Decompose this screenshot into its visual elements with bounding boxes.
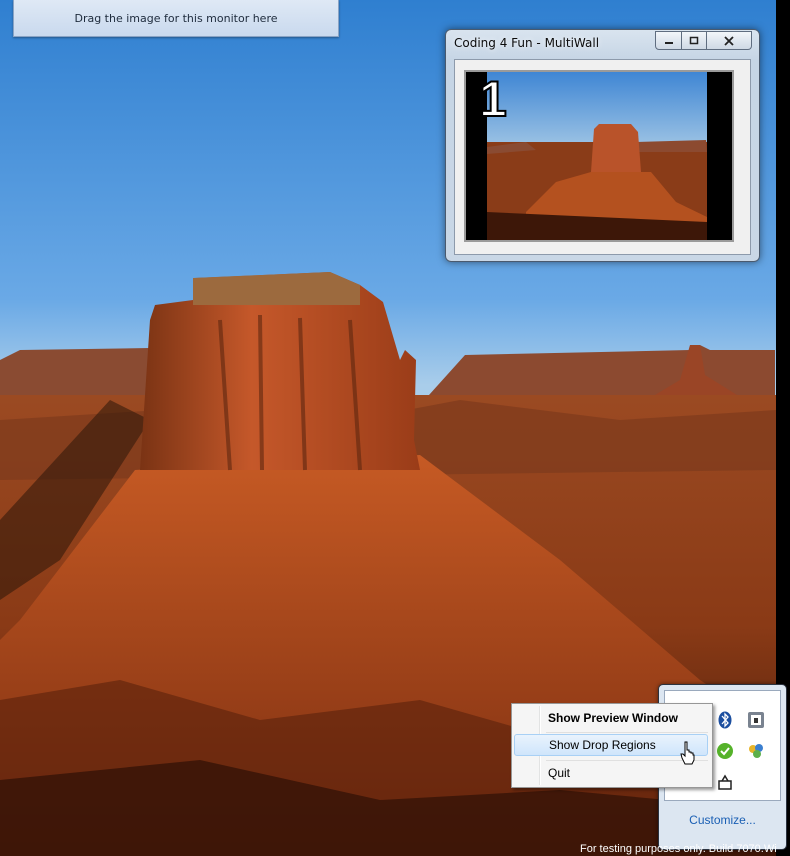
bluetooth-icon[interactable]	[716, 711, 734, 729]
customize-link[interactable]: Customize...	[659, 813, 786, 827]
menu-item-show-drop-regions[interactable]: Show Drop Regions	[514, 734, 708, 756]
maximize-icon	[689, 36, 699, 44]
build-watermark: For testing purposes only. Build 7070.Wi	[580, 843, 777, 855]
close-button[interactable]	[707, 31, 752, 50]
menu-item-show-preview-window[interactable]: Show Preview Window	[514, 707, 708, 729]
window-controls	[655, 31, 752, 50]
safely-remove-hardware-icon[interactable]	[747, 711, 765, 729]
minimize-icon	[664, 41, 673, 44]
network-share-icon[interactable]	[747, 742, 765, 760]
close-icon	[724, 35, 734, 46]
menu-separator	[546, 732, 708, 733]
drop-region-banner[interactable]: Drag the image for this monitor here	[13, 0, 339, 37]
multiwall-tray-icon[interactable]	[716, 742, 734, 760]
mouse-pointer-icon	[680, 741, 695, 765]
window-client-area: 1	[454, 59, 751, 255]
minimize-button[interactable]	[655, 31, 682, 50]
monitor-number-label: 1	[478, 71, 508, 127]
menu-item-quit[interactable]: Quit	[514, 762, 708, 784]
preview-window[interactable]: Coding 4 Fun - MultiWall 1	[445, 29, 760, 262]
action-center-icon[interactable]	[716, 773, 734, 791]
maximize-button[interactable]	[682, 31, 707, 50]
window-title: Coding 4 Fun - MultiWall	[454, 36, 600, 50]
monitor-preview[interactable]: 1	[464, 70, 734, 242]
drop-region-label: Drag the image for this monitor here	[74, 11, 278, 25]
